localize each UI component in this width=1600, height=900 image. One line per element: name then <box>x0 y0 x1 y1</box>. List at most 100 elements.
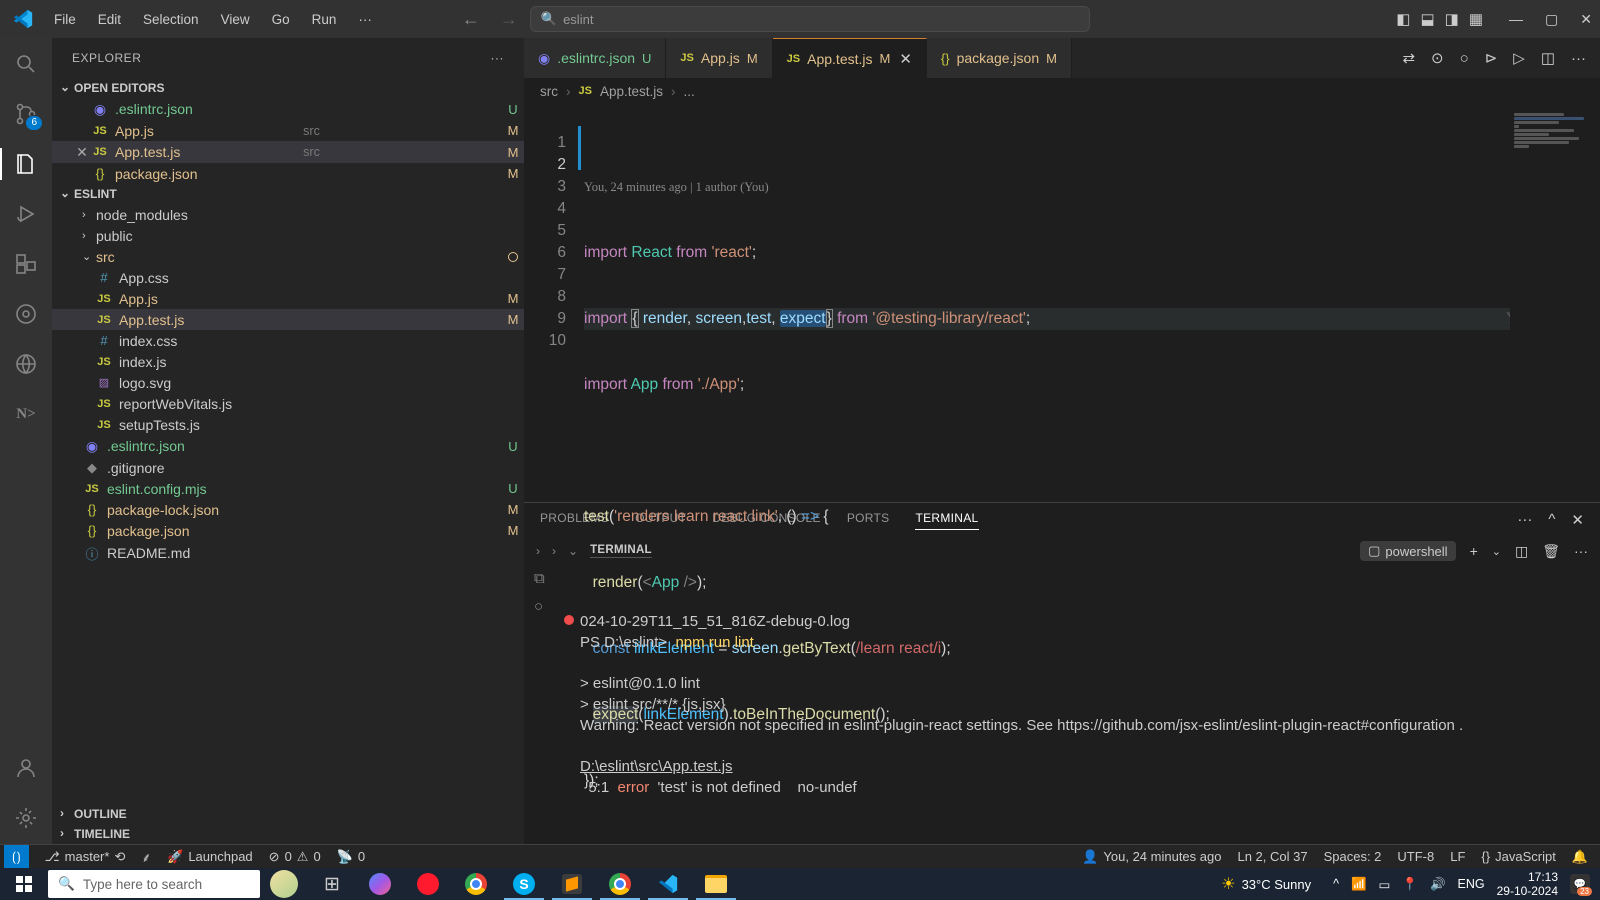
skype-icon[interactable]: S <box>500 868 548 900</box>
activity-account[interactable] <box>12 754 40 782</box>
file-row[interactable]: ◆.gitignore <box>52 457 524 478</box>
opera-icon[interactable] <box>404 868 452 900</box>
tray-chevron-icon[interactable]: ^ <box>1333 877 1339 891</box>
activity-remote[interactable] <box>12 350 40 378</box>
sb-position[interactable]: Ln 2, Col 37 <box>1229 849 1315 865</box>
vscode-taskbar-icon[interactable] <box>644 868 692 900</box>
battery-icon[interactable]: ▭ <box>1379 877 1391 892</box>
sb-branch[interactable]: ⎇master*⟲ <box>37 849 134 865</box>
folder-row[interactable]: ›node_modules <box>52 204 524 225</box>
layout-grid-icon[interactable]: ▦ <box>1469 10 1483 28</box>
menu-view[interactable]: View <box>211 8 260 31</box>
file-row[interactable]: {}package-lock.jsonM <box>52 499 524 520</box>
taskbar-search[interactable]: 🔍Type here to search <box>48 870 260 898</box>
file-row[interactable]: #index.css <box>52 330 524 351</box>
close-window-icon[interactable]: ✕ <box>1580 11 1592 28</box>
chevron-icon[interactable]: › <box>552 544 556 558</box>
close-tab-icon[interactable]: ✕ <box>899 50 912 68</box>
menu-more[interactable]: ··· <box>348 8 382 31</box>
sb-language[interactable]: {}JavaScript <box>1473 849 1563 865</box>
copilot-icon[interactable] <box>356 868 404 900</box>
terminal[interactable]: ⧉○ 024-10-29T11_15_51_816Z-debug-0.log P… <box>524 565 1600 792</box>
open-editor-item[interactable]: ◉.eslintrc.jsonU <box>52 98 524 120</box>
breadcrumb[interactable]: src› JSApp.test.js› ... <box>524 78 1600 104</box>
activity-settings[interactable] <box>12 804 40 832</box>
commit-graph-icon[interactable]: ⊙ <box>1431 49 1444 67</box>
lang-indicator[interactable]: ENG <box>1458 877 1485 891</box>
file-row[interactable]: JSreportWebVitals.js <box>52 393 524 414</box>
activity-search[interactable] <box>12 50 40 78</box>
activity-nx[interactable]: N> <box>12 400 40 428</box>
file-row[interactable]: JSApp.test.jsM <box>52 309 524 330</box>
task-view-icon[interactable]: ⊞ <box>308 868 356 900</box>
run-icon[interactable]: ▷ <box>1513 49 1525 67</box>
location-icon[interactable]: 📍 <box>1402 877 1418 892</box>
sb-eol[interactable]: LF <box>1442 849 1473 865</box>
section-outline[interactable]: ›OUTLINE <box>52 804 524 824</box>
tab-eslintrc[interactable]: ◉.eslintrc.jsonU <box>524 38 666 78</box>
maximize-icon[interactable]: ▢ <box>1545 11 1558 28</box>
split-icon[interactable]: ◫ <box>1541 49 1555 67</box>
file-row[interactable]: JSApp.jsM <box>52 288 524 309</box>
open-editor-item[interactable]: JSApp.jssrcM <box>52 120 524 141</box>
menu-go[interactable]: Go <box>262 8 300 31</box>
file-row[interactable]: JSindex.js <box>52 351 524 372</box>
sb-encoding[interactable]: UTF-8 <box>1389 849 1442 865</box>
chrome-icon[interactable] <box>452 868 500 900</box>
more-icon[interactable]: ··· <box>491 51 505 65</box>
clock[interactable]: 17:1329-10-2024 <box>1497 870 1558 898</box>
more-icon[interactable]: ··· <box>1571 50 1586 67</box>
menu-run[interactable]: Run <box>302 8 347 31</box>
file-row[interactable]: ◉.eslintrc.jsonU <box>52 435 524 457</box>
notifications-icon[interactable]: 💬23 <box>1570 874 1590 894</box>
sb-graph[interactable]: ⸙ <box>133 848 159 866</box>
tab-appjs[interactable]: JSApp.jsM <box>666 38 772 78</box>
layout-bottom-icon[interactable]: ⬓ <box>1420 10 1434 28</box>
menu-edit[interactable]: Edit <box>88 8 131 31</box>
open-editor-item[interactable]: {}package.jsonM <box>52 163 524 184</box>
nav-back-icon[interactable]: ← <box>462 9 480 30</box>
activity-extensions[interactable] <box>12 250 40 278</box>
tab-apptestjs[interactable]: JSApp.test.jsM✕ <box>773 38 927 78</box>
code-editor[interactable]: 12345678910 You, 24 minutes ago | 1 auth… <box>524 104 1600 502</box>
minimap[interactable] <box>1510 104 1600 502</box>
file-row[interactable]: JSsetupTests.js <box>52 414 524 435</box>
activity-debug[interactable] <box>12 200 40 228</box>
folder-row[interactable]: ⌄src <box>52 246 524 267</box>
sb-port[interactable]: 📡0 <box>329 849 373 865</box>
sb-problems[interactable]: ⊘0 ⚠0 <box>261 849 329 865</box>
layout-side-icon[interactable]: ◧ <box>1396 10 1410 28</box>
menu-file[interactable]: File <box>44 8 86 31</box>
chrome-canary-icon[interactable] <box>596 868 644 900</box>
file-row[interactable]: JSeslint.config.mjsU <box>52 478 524 499</box>
start-button[interactable] <box>0 868 48 900</box>
git-compare-icon[interactable]: ⇄ <box>1402 49 1415 67</box>
sb-spaces[interactable]: Spaces: 2 <box>1316 849 1390 865</box>
file-row[interactable]: ▨logo.svg <box>52 372 524 393</box>
sync-icon[interactable]: ⟲ <box>114 849 125 865</box>
activity-explorer[interactable] <box>12 150 40 178</box>
menu-selection[interactable]: Selection <box>133 8 209 31</box>
tab-packagejson[interactable]: {}package.jsonM <box>927 38 1072 78</box>
remote-button[interactable]: ⟮⟯ <box>4 845 29 868</box>
command-center-search[interactable]: 🔍 eslint <box>530 6 1090 32</box>
cortana-widget-icon[interactable] <box>260 868 308 900</box>
close-icon[interactable]: ✕ <box>74 144 90 161</box>
history-forward-icon[interactable]: ⊳ <box>1485 49 1498 67</box>
sublime-icon[interactable] <box>548 868 596 900</box>
history-back-icon[interactable]: ○ <box>1460 50 1469 67</box>
activity-scm[interactable]: 6 <box>12 100 40 128</box>
section-timeline[interactable]: ›TIMELINE <box>52 824 524 844</box>
chevron-down-icon[interactable]: ⌄ <box>568 544 578 558</box>
file-explorer-icon[interactable] <box>692 868 740 900</box>
layout-right-icon[interactable]: ◨ <box>1445 10 1459 28</box>
file-row[interactable]: {}package.jsonM <box>52 520 524 541</box>
section-project[interactable]: ⌄ESLINT <box>52 184 524 204</box>
file-row[interactable]: ⓘREADME.md <box>52 541 524 565</box>
weather-widget[interactable]: ☀33°C Sunny <box>1221 874 1311 894</box>
wifi-icon[interactable]: 📶 <box>1351 877 1367 892</box>
activity-gitlens[interactable] <box>12 300 40 328</box>
chevron-icon[interactable]: › <box>536 544 540 558</box>
sb-bell[interactable]: 🔔 <box>1564 849 1596 865</box>
minimize-icon[interactable]: ― <box>1509 11 1523 28</box>
